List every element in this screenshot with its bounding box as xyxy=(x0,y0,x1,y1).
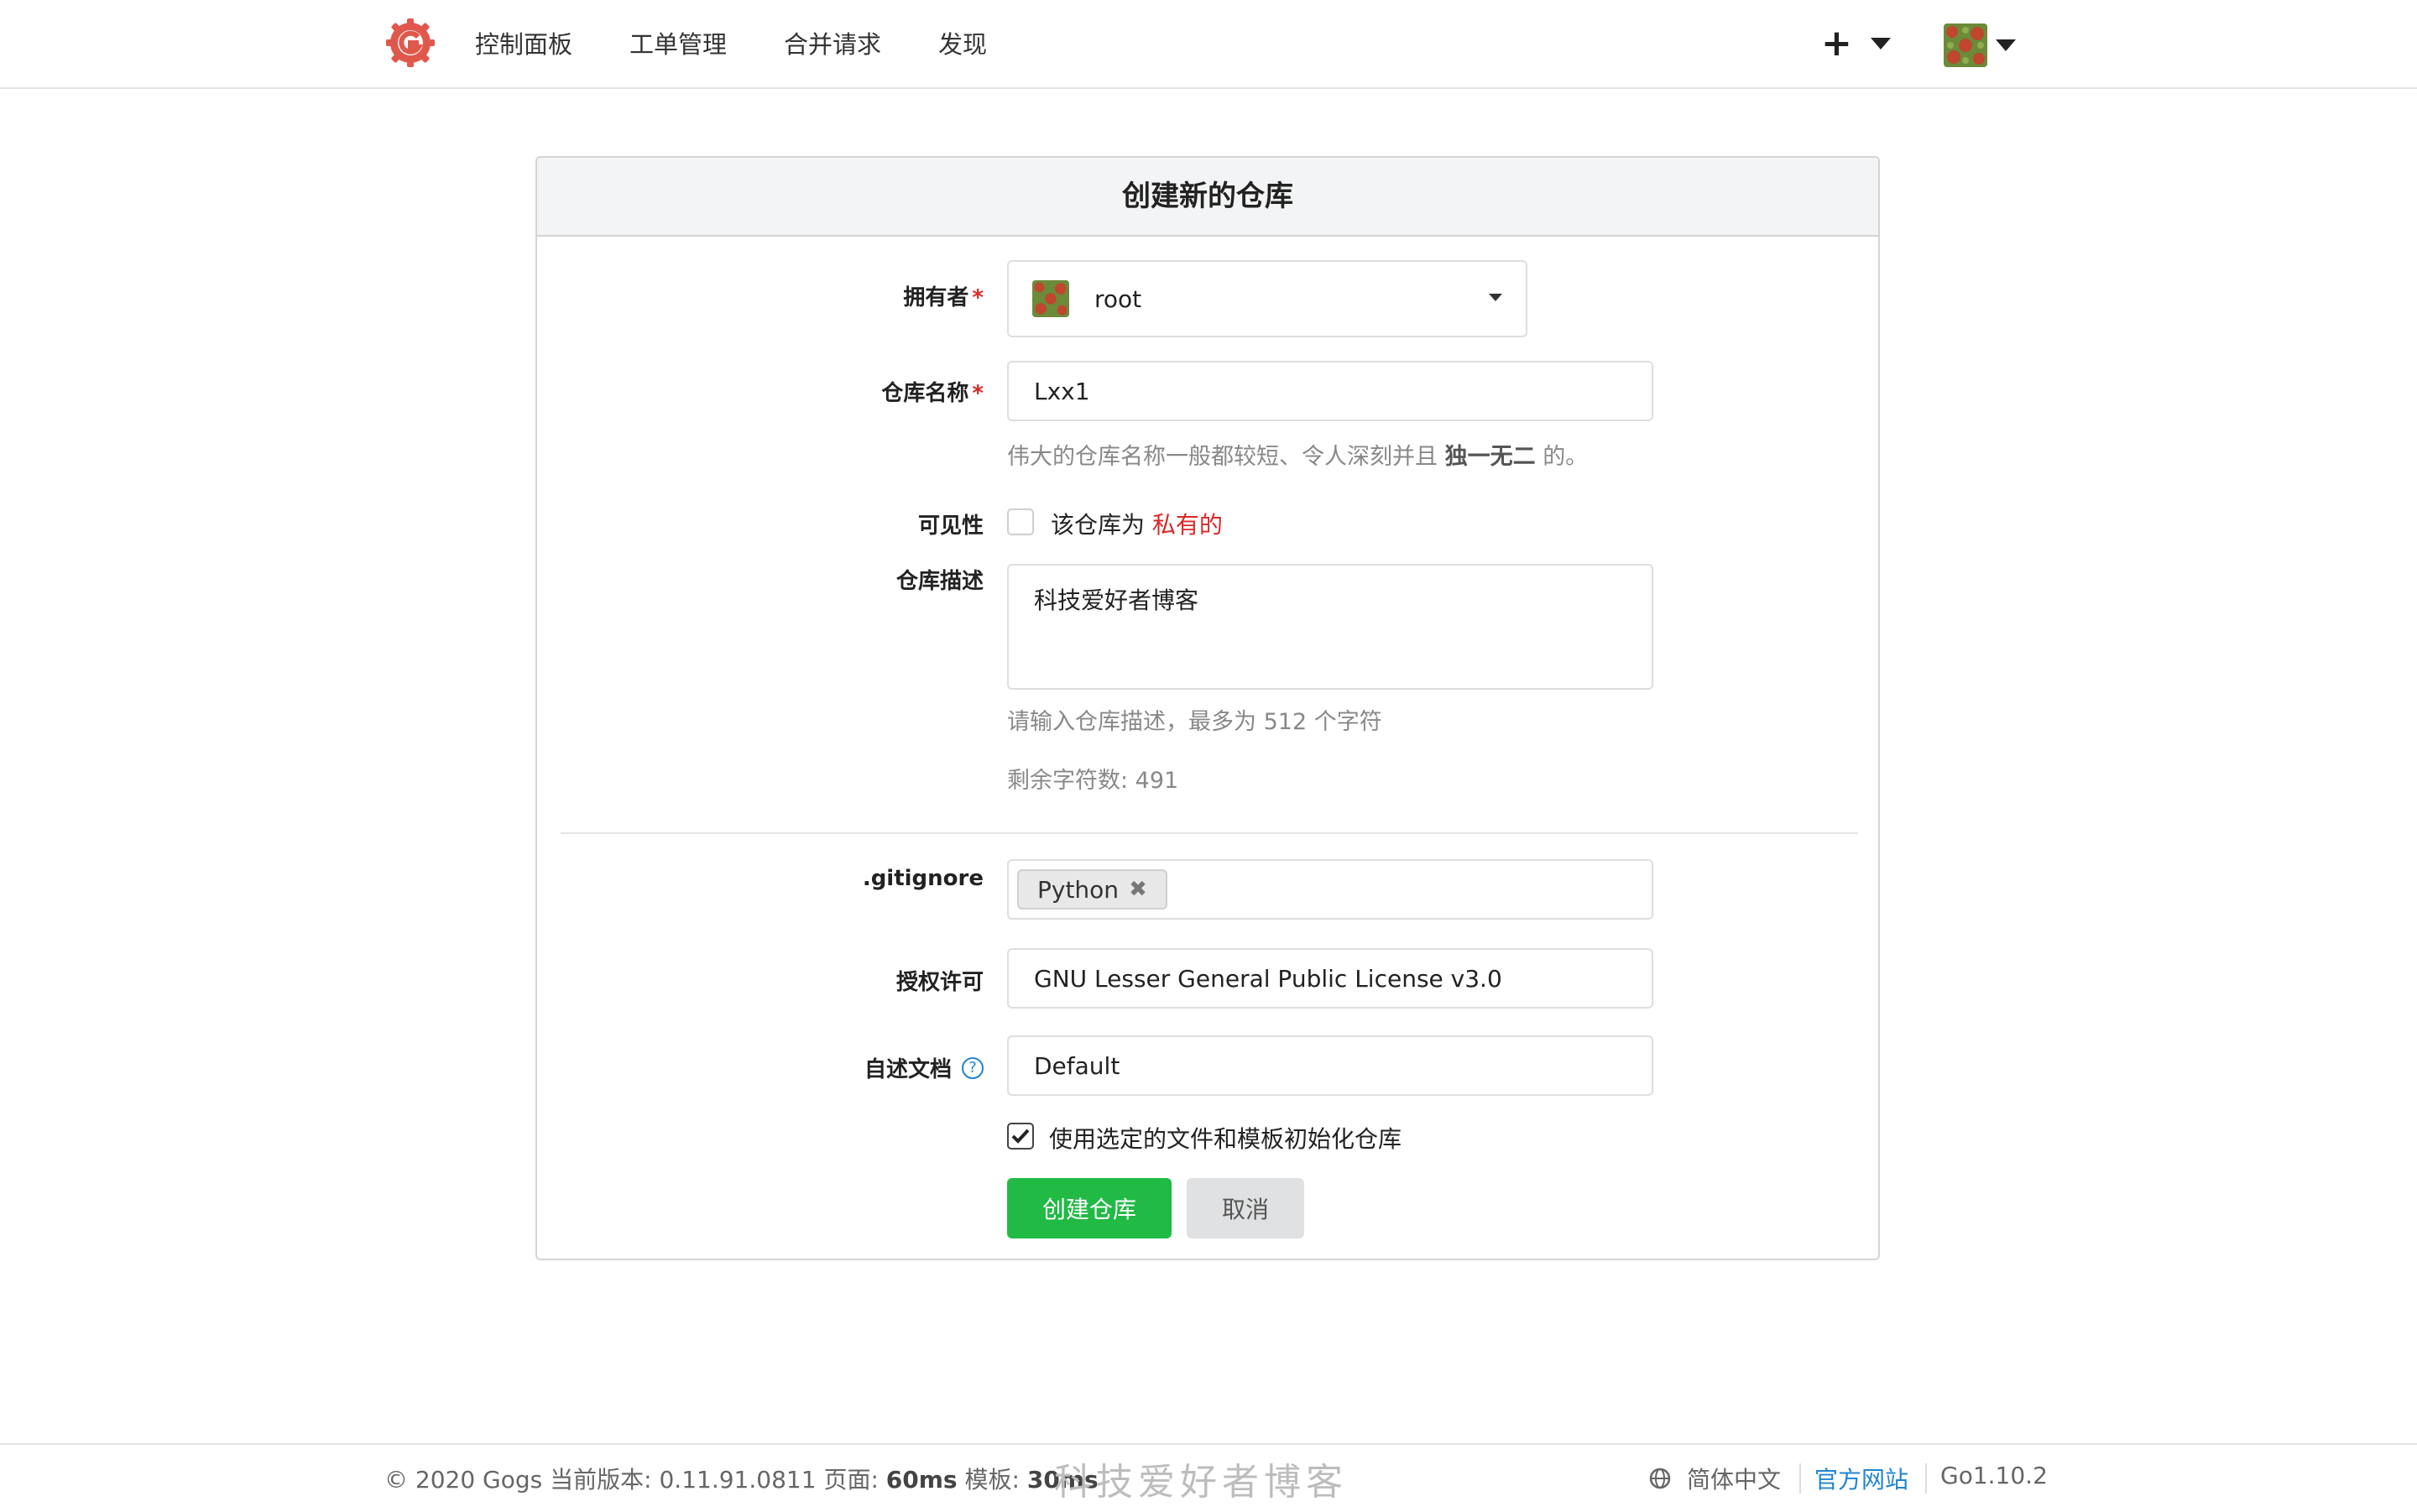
gitignore-select[interactable]: Python ✖ xyxy=(1007,859,1653,920)
readme-value: Default xyxy=(1034,1051,1120,1080)
page-time-label: 页面: xyxy=(823,1466,879,1494)
page-time: 60ms xyxy=(885,1466,958,1494)
official-site-link[interactable]: 官方网站 xyxy=(1814,1462,1908,1495)
footer-info: © 2020 Gogs 当前版本: 0.11.91.0811 页面: 60ms … xyxy=(384,1462,1099,1495)
divider xyxy=(561,832,1858,834)
template-time-label: 模板: xyxy=(964,1466,1020,1494)
chevron-down-icon xyxy=(1996,39,2016,51)
go-version: Go1.10.2 xyxy=(1940,1462,2048,1489)
gitignore-tag: Python ✖ xyxy=(1017,869,1167,910)
version: 当前版本: 0.11.91.0811 xyxy=(550,1466,817,1494)
auto-init-label[interactable]: 使用选定的文件和模板初始化仓库 xyxy=(1049,1121,1402,1155)
nav-pull-requests[interactable]: 合并请求 xyxy=(784,25,881,60)
readme-select[interactable]: Default xyxy=(1007,1035,1653,1096)
nav-explore[interactable]: 发现 xyxy=(938,25,987,60)
help-emphasis: 独一无二 xyxy=(1444,444,1536,470)
language-selector[interactable]: 简体中文 xyxy=(1648,1462,1781,1495)
owner-value: root xyxy=(1094,284,1142,313)
footer-separator xyxy=(1925,1463,1927,1494)
description-textarea[interactable]: 科技爱好者博客 xyxy=(1007,564,1653,690)
readme-label-text: 自述文档 xyxy=(864,1057,952,1082)
remove-tag-icon[interactable]: ✖ xyxy=(1129,877,1147,902)
license-value: GNU Lesser General Public License v3.0 xyxy=(1034,964,1502,993)
repo-name-help: 伟大的仓库名称一般都较短、令人深刻并且 独一无二 的。 xyxy=(1007,438,1588,471)
required-mark: * xyxy=(972,285,984,310)
remaining-chars: 剩余字符数: 491 xyxy=(1007,768,1179,794)
owner-avatar xyxy=(1032,280,1069,317)
form-title: 创建新的仓库 xyxy=(537,158,1878,237)
create-repo-form: 创建新的仓库 拥有者 * root 仓库名称 * Lxx1 伟大的仓库名称一般都较短… xyxy=(535,156,1880,1260)
avatar xyxy=(1944,23,1987,67)
repo-name-value: Lxx1 xyxy=(1034,377,1090,405)
license-label: 授权许可 xyxy=(895,970,984,995)
required-mark: * xyxy=(972,381,984,406)
auto-init-checkbox[interactable] xyxy=(1007,1123,1034,1150)
gogs-logo-icon[interactable] xyxy=(384,17,436,69)
help-circle-icon[interactable]: ? xyxy=(962,1056,984,1079)
private-checkbox[interactable] xyxy=(1007,508,1034,535)
description-value: 科技爱好者博客 xyxy=(1034,587,1199,614)
visibility-label: 可见性 xyxy=(917,514,984,539)
copyright: © 2020 Gogs xyxy=(384,1466,543,1494)
checkmark-icon xyxy=(1011,1129,1030,1144)
nav-dashboard[interactable]: 控制面板 xyxy=(475,25,572,60)
private-text: 该仓库为 xyxy=(1051,511,1146,539)
watermark: 科技爱好者博客 xyxy=(1054,1461,1348,1504)
user-menu[interactable] xyxy=(1944,22,2016,69)
chevron-down-icon xyxy=(1870,38,1891,50)
help-suffix: 的。 xyxy=(1543,444,1589,470)
owner-label-text: 拥有者 xyxy=(903,285,969,310)
help-prefix: 伟大的仓库名称一般都较短、令人深刻并且 xyxy=(1007,444,1438,470)
description-label: 仓库描述 xyxy=(895,569,984,594)
private-emphasis: 私有的 xyxy=(1151,511,1223,539)
owner-label: 拥有者 * xyxy=(903,280,984,311)
gitignore-label: .gitignore xyxy=(862,866,984,891)
create-new-menu[interactable]: + xyxy=(1821,20,1891,67)
repo-name-label-text: 仓库名称 xyxy=(881,381,969,406)
dropdown-caret-icon xyxy=(1489,294,1502,301)
language-label: 简体中文 xyxy=(1687,1466,1782,1494)
license-select[interactable]: GNU Lesser General Public License v3.0 xyxy=(1007,948,1653,1009)
repo-name-input[interactable]: Lxx1 xyxy=(1007,361,1653,421)
nav-issues[interactable]: 工单管理 xyxy=(629,25,727,60)
footer: © 2020 Gogs 当前版本: 0.11.91.0811 页面: 60ms … xyxy=(0,1443,2417,1512)
plus-icon: + xyxy=(1821,22,1852,65)
globe-icon xyxy=(1649,1468,1671,1489)
cancel-button[interactable]: 取消 xyxy=(1187,1178,1304,1238)
readme-label: 自述文档 ? xyxy=(864,1052,984,1083)
owner-select[interactable]: root xyxy=(1007,260,1527,337)
gitignore-tag-label: Python xyxy=(1037,875,1120,904)
create-repo-button[interactable]: 创建仓库 xyxy=(1007,1178,1172,1238)
top-navbar: 控制面板 工单管理 合并请求 发现 + xyxy=(0,0,2417,89)
description-help: 请输入仓库描述，最多为 512 个字符 xyxy=(1007,709,1382,735)
footer-separator xyxy=(1799,1463,1801,1494)
private-checkbox-label[interactable]: 该仓库为 私有的 xyxy=(1051,507,1223,540)
repo-name-label: 仓库名称 * xyxy=(881,376,984,407)
